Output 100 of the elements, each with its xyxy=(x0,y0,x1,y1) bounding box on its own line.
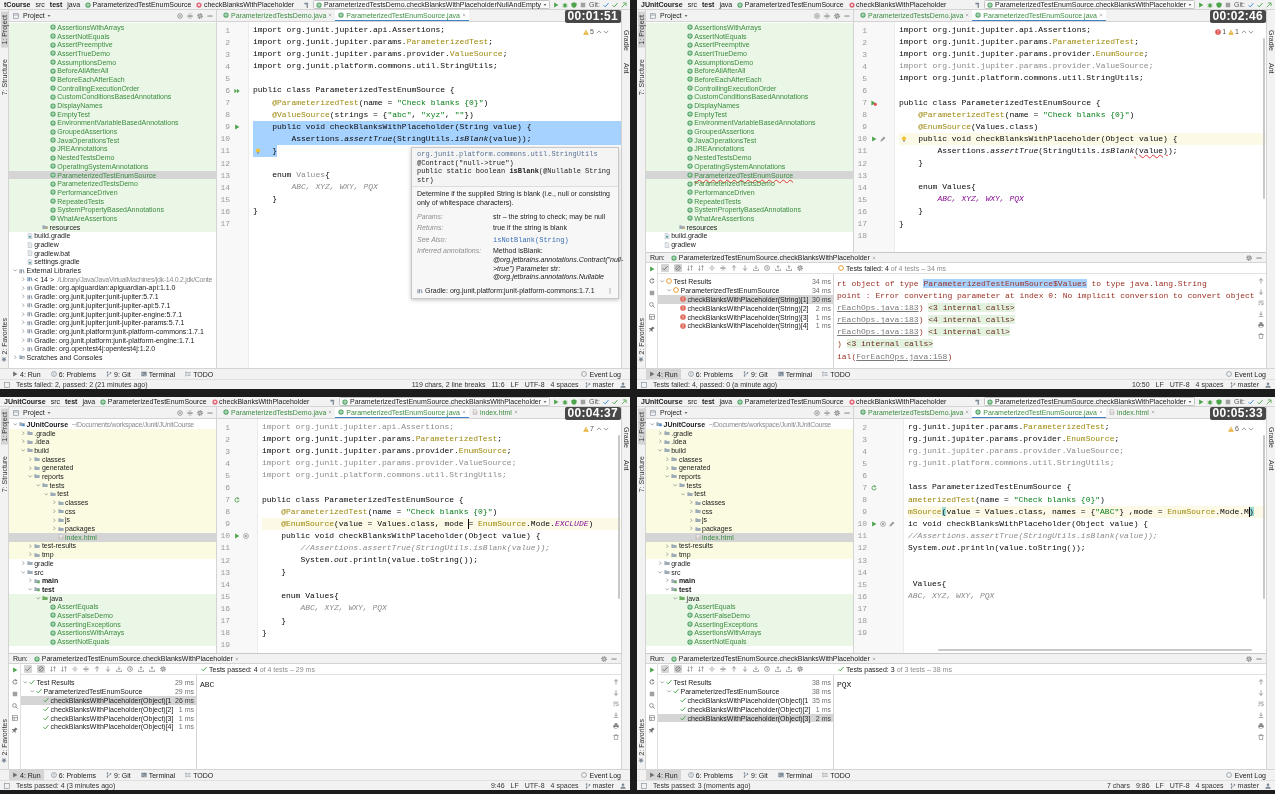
chevron-icon[interactable] xyxy=(650,422,655,427)
collapse-all-icon[interactable] xyxy=(720,666,726,672)
show-ignored-button[interactable] xyxy=(674,264,682,272)
scroll-to-end-icon[interactable] xyxy=(1258,712,1264,718)
chevron-icon[interactable] xyxy=(673,595,678,601)
chevron-icon[interactable] xyxy=(30,689,35,694)
source-link[interactable]: rEachOps.java:183 xyxy=(837,315,919,325)
run-icon[interactable] xyxy=(871,135,877,142)
chevron-icon[interactable] xyxy=(667,689,672,694)
chevron-icon[interactable] xyxy=(20,311,26,317)
sort-icon[interactable] xyxy=(698,666,704,672)
collapse-all-icon[interactable] xyxy=(187,409,193,416)
run-icon[interactable] xyxy=(553,1,560,8)
layout-icon[interactable] xyxy=(11,715,18,721)
chevron-down-icon[interactable] xyxy=(1248,425,1254,432)
clock-icon[interactable] xyxy=(764,265,770,271)
chevron-icon[interactable] xyxy=(688,526,693,531)
chevron-up-icon[interactable] xyxy=(1240,425,1247,432)
chevron-icon[interactable] xyxy=(28,474,33,479)
chevron-icon[interactable] xyxy=(665,543,670,549)
stop-icon[interactable] xyxy=(1225,398,1232,405)
run-icon[interactable] xyxy=(234,123,240,130)
hammer-icon[interactable] xyxy=(975,1,982,8)
chevron-icon[interactable] xyxy=(28,578,33,583)
rerun-icon[interactable] xyxy=(871,484,877,491)
export-icon[interactable] xyxy=(138,666,144,672)
stop-icon[interactable] xyxy=(648,290,655,296)
layout-icon[interactable] xyxy=(648,314,655,320)
settings-icon[interactable] xyxy=(797,265,803,271)
folded-frames[interactable]: <4 internal calls> xyxy=(928,315,1015,325)
collapse-all-icon[interactable] xyxy=(824,12,830,19)
shield-icon[interactable] xyxy=(571,398,578,405)
pin-icon[interactable] xyxy=(11,727,18,733)
arrow-icon[interactable] xyxy=(621,398,627,405)
chevron-down-icon[interactable] xyxy=(603,28,609,35)
stop-icon[interactable] xyxy=(1225,1,1232,8)
source-link[interactable]: rEachOps.java:183 xyxy=(837,303,919,313)
shield-icon[interactable] xyxy=(1216,1,1223,8)
stop-icon[interactable] xyxy=(580,1,587,8)
chevron-down-icon[interactable] xyxy=(1248,28,1254,35)
folded-frames[interactable]: <3 internal calls> xyxy=(928,303,1015,313)
warning-icon[interactable] xyxy=(1227,28,1234,35)
chevron-icon[interactable] xyxy=(13,422,18,427)
chevron-icon[interactable] xyxy=(36,595,41,601)
wrap-icon[interactable] xyxy=(1258,701,1264,707)
pin-icon[interactable] xyxy=(648,727,655,733)
chevron-icon[interactable] xyxy=(20,346,26,352)
down-arrow-icon[interactable] xyxy=(742,666,748,672)
run-icon[interactable] xyxy=(1198,398,1205,405)
chevron-icon[interactable] xyxy=(660,680,665,685)
chevron-icon[interactable] xyxy=(20,303,26,308)
scroll-to-end-icon[interactable] xyxy=(1258,311,1264,317)
chevron-down-icon[interactable] xyxy=(603,425,609,432)
pencil-icon[interactable] xyxy=(880,135,886,142)
bug-icon[interactable] xyxy=(1207,1,1214,8)
show-ignored-button[interactable] xyxy=(37,665,45,673)
rerun-icon[interactable] xyxy=(11,679,18,685)
lightbulb-icon[interactable] xyxy=(255,147,261,154)
up-arrow-icon[interactable] xyxy=(731,265,737,271)
chevron-icon[interactable] xyxy=(43,491,49,497)
chevron-icon[interactable] xyxy=(20,320,26,325)
settings-icon[interactable] xyxy=(197,409,203,416)
chevron-icon[interactable] xyxy=(680,491,686,497)
expand-all-icon[interactable] xyxy=(72,666,78,672)
chevron-icon[interactable] xyxy=(657,448,663,453)
chevron-icon[interactable] xyxy=(20,569,26,575)
person-icon[interactable] xyxy=(1265,782,1271,789)
trash-icon[interactable] xyxy=(1258,734,1264,740)
folded-frames[interactable]: <3 internal calls> xyxy=(846,339,934,349)
run-icon[interactable] xyxy=(871,520,877,527)
show-passed-button[interactable] xyxy=(661,665,669,673)
chevron-icon[interactable] xyxy=(20,561,26,566)
settings-icon[interactable] xyxy=(834,409,840,416)
import-icon[interactable] xyxy=(753,265,759,271)
export-icon[interactable] xyxy=(775,666,781,672)
chevron-icon[interactable] xyxy=(665,456,670,462)
import-icon[interactable] xyxy=(116,666,122,672)
chevron-icon[interactable] xyxy=(657,569,663,575)
import-icon[interactable] xyxy=(753,666,759,672)
chevron-icon[interactable] xyxy=(51,517,56,523)
printer-icon[interactable] xyxy=(1258,723,1264,729)
printer-icon[interactable] xyxy=(1258,322,1264,328)
horizontal-scrollbar[interactable] xyxy=(938,648,1252,651)
chevron-icon[interactable] xyxy=(28,465,33,471)
run-icon[interactable] xyxy=(648,266,655,272)
sort-icon[interactable] xyxy=(687,666,693,672)
chevron-icon[interactable] xyxy=(13,268,18,273)
wrap-icon[interactable] xyxy=(1258,300,1264,306)
rerun-icon[interactable] xyxy=(648,278,655,284)
printer-icon[interactable] xyxy=(613,723,619,729)
source-link[interactable]: rEachOps.java:183 xyxy=(837,327,919,337)
arrow-icon[interactable] xyxy=(1266,398,1272,405)
chevron-icon[interactable] xyxy=(667,288,672,293)
show-passed-button[interactable] xyxy=(661,264,669,272)
lightbulb-icon[interactable] xyxy=(901,135,907,142)
export-icon[interactable] xyxy=(775,265,781,271)
ring-dot-icon[interactable] xyxy=(243,532,249,539)
export-icon[interactable] xyxy=(786,265,792,271)
run-icon[interactable] xyxy=(648,667,655,673)
magnifier-icon[interactable] xyxy=(648,302,655,308)
